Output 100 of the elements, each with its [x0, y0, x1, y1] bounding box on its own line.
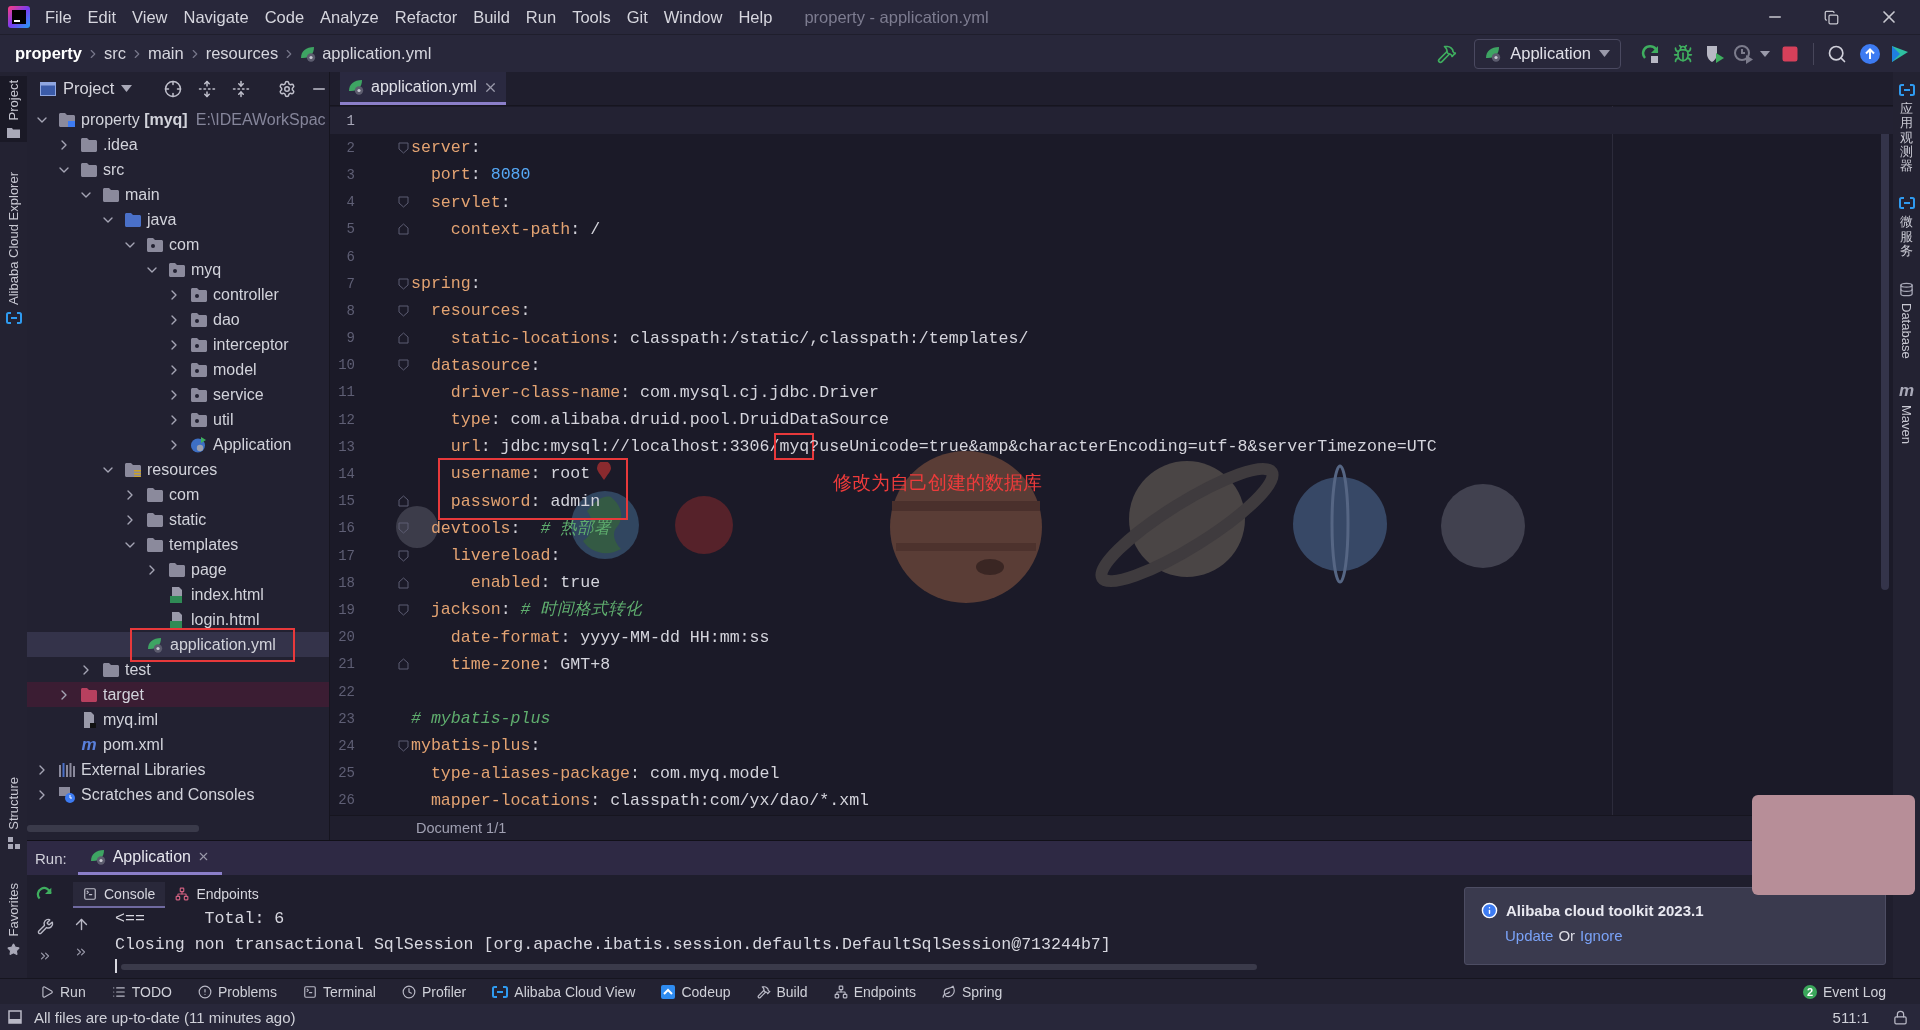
tree-item[interactable]: page: [27, 557, 329, 582]
project-view-dropdown[interactable]: Project: [40, 79, 133, 98]
search-icon[interactable]: [1827, 43, 1847, 64]
lock-icon[interactable]: [1893, 1009, 1908, 1025]
clock-play-icon[interactable]: [1734, 43, 1754, 64]
menu-item[interactable]: Tools: [564, 7, 619, 27]
menu-item[interactable]: Code: [256, 7, 313, 27]
menu-item[interactable]: View: [124, 7, 176, 27]
expand-all-icon[interactable]: [198, 79, 217, 98]
tool-window-tab[interactable]: Favorites: [0, 878, 27, 960]
tool-window-button[interactable]: Terminal: [291, 983, 390, 1000]
cursor-position[interactable]: 511:1: [1832, 1008, 1869, 1026]
rerun-icon[interactable]: [1641, 43, 1661, 64]
tree-item[interactable]: External Libraries: [27, 757, 329, 782]
tree-item[interactable]: model: [27, 357, 329, 382]
locate-icon[interactable]: [164, 79, 183, 98]
breadcrumb-item[interactable]: property: [15, 44, 82, 63]
tool-window-tab[interactable]: Database: [1893, 278, 1920, 364]
menu-item[interactable]: Window: [655, 7, 731, 27]
tree-item[interactable]: m pom.xml: [27, 732, 329, 757]
tree-item[interactable]: myq.iml: [27, 707, 329, 732]
event-log-button[interactable]: 2 Event Log: [1790, 983, 1900, 1000]
chevrons-right-icon[interactable]: [74, 945, 88, 959]
arrow-up-circle-icon[interactable]: [1860, 43, 1880, 64]
tree-item[interactable]: main: [27, 182, 329, 207]
stop-icon[interactable]: [1781, 44, 1799, 63]
panel-toggle-icon[interactable]: [8, 1010, 22, 1024]
tree-item[interactable]: .idea: [27, 132, 329, 157]
tool-window-button[interactable]: Spring: [929, 983, 1017, 1000]
tree-item[interactable]: property [myq] E:\IDEAWorkSpac: [27, 107, 329, 132]
plugin-logo-icon[interactable]: [1890, 43, 1910, 64]
database-icon: [1899, 282, 1914, 298]
tree-item[interactable]: service: [27, 382, 329, 407]
tree-item[interactable]: com: [27, 232, 329, 257]
menu-item[interactable]: Git: [618, 7, 656, 27]
bug-icon[interactable]: [1673, 43, 1693, 64]
tree-item[interactable]: controller: [27, 282, 329, 307]
tree-item[interactable]: templates: [27, 532, 329, 557]
shield-play-icon[interactable]: [1705, 43, 1725, 64]
tool-window-tab[interactable]: 应用观测器: [1893, 80, 1920, 178]
tool-window-button[interactable]: Alibaba Cloud View: [480, 983, 650, 1000]
chevrons-right-icon[interactable]: [38, 949, 52, 963]
menu-item[interactable]: File: [37, 7, 80, 27]
line-number: 24: [337, 737, 355, 754]
tool-window-tab[interactable]: Alibaba Cloud Explorer: [0, 168, 27, 329]
tree-item[interactable]: login.html: [27, 607, 329, 632]
tree-item[interactable]: dao: [27, 307, 329, 332]
console-tab[interactable]: Endpoints: [165, 882, 269, 908]
tool-window-button[interactable]: Codeup: [649, 983, 745, 1000]
tool-window-button[interactable]: Problems: [185, 983, 292, 1000]
settings-icon[interactable]: [278, 79, 297, 98]
tree-item[interactable]: target: [27, 682, 329, 707]
tool-window-button[interactable]: Run: [28, 983, 100, 1000]
app-logo-icon[interactable]: [8, 6, 30, 28]
run-tab[interactable]: Application: [77, 841, 222, 875]
breadcrumb-item[interactable]: resources: [205, 44, 279, 63]
menu-item[interactable]: Refactor: [386, 7, 466, 27]
console-tab[interactable]: Console: [73, 882, 166, 908]
hammer-icon[interactable]: [1437, 43, 1458, 64]
tool-window-tab[interactable]: Project: [0, 76, 27, 143]
tree-item[interactable]: src: [27, 157, 329, 182]
wrench-icon[interactable]: [36, 918, 54, 935]
tree-item[interactable]: myq: [27, 257, 329, 282]
menu-item[interactable]: Navigate: [175, 7, 257, 27]
menu-item[interactable]: Edit: [79, 7, 125, 27]
tool-window-button[interactable]: Endpoints: [821, 983, 930, 1000]
menu-item[interactable]: Analyze: [312, 7, 387, 27]
tree-item[interactable]: application.yml: [27, 632, 329, 657]
editor-tab[interactable]: application.yml: [340, 72, 506, 105]
menu-item[interactable]: Run: [517, 7, 565, 27]
scrollbar-thumb[interactable]: [121, 964, 1257, 970]
tool-window-tab[interactable]: Structure: [0, 772, 27, 853]
notification-link[interactable]: Update: [1505, 927, 1554, 944]
caret-icon[interactable]: [1760, 50, 1770, 57]
tree-item[interactable]: Scratches and Consoles: [27, 782, 329, 807]
menu-item[interactable]: Build: [465, 7, 518, 27]
collapse-all-icon[interactable]: [232, 79, 251, 98]
tree-item[interactable]: resources: [27, 457, 329, 482]
tree-item[interactable]: static: [27, 507, 329, 532]
breadcrumb-item[interactable]: src: [103, 44, 126, 63]
tree-item[interactable]: com: [27, 482, 329, 507]
tree-item[interactable]: interceptor: [27, 332, 329, 357]
tool-window-button[interactable]: Profiler: [389, 983, 481, 1000]
scrollbar-thumb[interactable]: [27, 825, 199, 832]
tree-item[interactable]: Application: [27, 432, 329, 457]
tool-window-tab[interactable]: 微服务: [1893, 193, 1920, 263]
tool-window-tab[interactable]: m Maven: [1893, 379, 1920, 449]
tree-item[interactable]: test: [27, 657, 329, 682]
line-number: 13: [337, 438, 355, 455]
tree-item[interactable]: java: [27, 207, 329, 232]
breadcrumb-item[interactable]: main: [147, 44, 184, 63]
tool-window-button[interactable]: Build: [744, 983, 822, 1000]
tree-item[interactable]: util: [27, 407, 329, 432]
menu-item[interactable]: Help: [730, 7, 781, 27]
breadcrumb-item[interactable]: application.yml: [300, 44, 432, 63]
notification-link[interactable]: Ignore: [1580, 927, 1623, 944]
run-configuration-dropdown[interactable]: Application: [1474, 38, 1621, 69]
tree-item[interactable]: index.html: [27, 582, 329, 607]
restore-icon[interactable]: [1824, 9, 1839, 25]
tool-window-button[interactable]: TODO: [99, 983, 186, 1000]
